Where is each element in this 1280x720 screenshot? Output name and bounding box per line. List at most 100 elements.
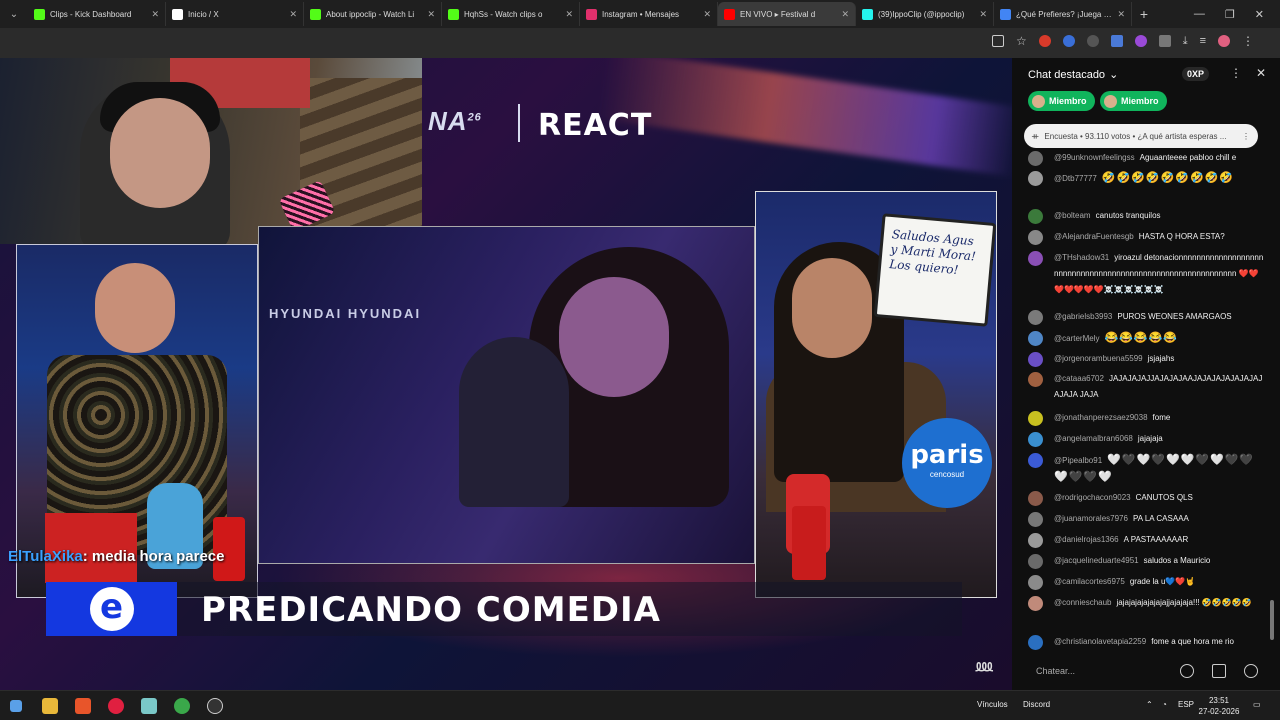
on-stream-chat-message: ElTulaXika: media hora parece [8, 548, 225, 565]
minimize-icon[interactable]: — [1194, 8, 1205, 21]
logo-separator [518, 104, 520, 142]
notes-icon[interactable] [141, 698, 157, 714]
chat-input-row: Chatear... [1012, 654, 1280, 690]
chat-close-icon[interactable]: ✕ [1256, 66, 1266, 80]
clock[interactable]: 23:51 27-02-2026 [1196, 695, 1242, 717]
crowd-woman-face [559, 277, 669, 397]
xp-badge[interactable]: 0XP [1182, 67, 1210, 81]
close-icon[interactable]: ✕ [565, 9, 573, 20]
cast-icon[interactable] [991, 35, 1004, 47]
chrome-icon[interactable] [174, 698, 190, 714]
host-face [95, 263, 175, 353]
react-label: REACT [538, 108, 653, 143]
tab-inicio-x[interactable]: Inicio / X ✕ [166, 2, 304, 26]
whiteboard-sign: Saludos Agus y Marti Mora! Los quiero! [873, 213, 996, 327]
avatar [1028, 310, 1043, 325]
chat-input[interactable]: Chatear... [1026, 658, 1170, 684]
tab-hqhss[interactable]: HqhSs - Watch clips o ✕ [442, 2, 580, 26]
poll-banner[interactable]: ᚑ Encuesta • 93.110 votos • ¿A qué artis… [1024, 124, 1258, 148]
menu-kebab-icon[interactable]: ⋮ [1242, 35, 1254, 47]
download-icon[interactable]: ⤓ [1183, 35, 1188, 47]
festival-logo: NA26 [428, 106, 482, 136]
kick-icon [448, 8, 459, 20]
tray-up-icon[interactable]: ⌃ [1146, 700, 1153, 709]
member-chip[interactable]: Miembro [1100, 91, 1167, 111]
avatar [1028, 171, 1043, 186]
chat-menu-icon[interactable]: ⋮ [1230, 66, 1242, 80]
brave-icon[interactable] [75, 698, 91, 714]
tab-search-icon[interactable]: ⌄ [0, 0, 28, 28]
vinculos-label[interactable]: Vínculos [977, 700, 1008, 709]
close-icon[interactable]: ✕ [1117, 9, 1125, 20]
file-explorer-icon[interactable] [42, 698, 58, 714]
avatar [1028, 432, 1043, 447]
broadcaster-logo-icon: ⅏ [976, 658, 993, 675]
language-indicator[interactable]: ESP [1178, 700, 1194, 709]
chevron-down-icon: ⌄ [1109, 69, 1119, 81]
notifications-icon[interactable]: ▭ [1253, 700, 1261, 709]
live-video-player[interactable]: NA26 REACT HYUNDAI HYUNDAI Saludos Agus … [0, 58, 1012, 690]
obs-icon[interactable] [207, 698, 223, 714]
live-chat-panel: Chat destacado ⌄ 0XP ⋮ ✕ Miembro Miembro … [1012, 58, 1280, 690]
avatar [1028, 635, 1043, 650]
translate-icon[interactable] [1110, 35, 1123, 47]
wifi-icon[interactable]: ◔ [1162, 700, 1167, 709]
host2-face [792, 258, 872, 358]
extension-counter-icon[interactable] [1086, 35, 1099, 47]
avatar [1028, 453, 1043, 468]
chat-message: @christianolavetapia2259 fome a que hora … [1028, 634, 1264, 650]
extension-purple-icon[interactable] [1134, 35, 1147, 47]
close-icon[interactable]: ✕ [979, 9, 987, 20]
extension-red-icon[interactable] [1038, 35, 1051, 47]
chat-message-list[interactable]: @99unknownfeelingss Aguaanteeee pabloo ch… [1012, 150, 1274, 650]
chat-scrollbar[interactable] [1270, 600, 1274, 640]
profile-avatar-icon[interactable] [1218, 35, 1230, 47]
avatar [1028, 372, 1043, 387]
poll-icon: ᚑ [1032, 130, 1039, 141]
heart-icon[interactable] [1244, 664, 1258, 678]
window-close-icon[interactable]: ✕ [1255, 8, 1264, 21]
super-chat-icon[interactable] [1212, 664, 1226, 678]
tab-que-prefieres[interactable]: ¿Qué Prefieres? ¡Juega en ✕ [994, 2, 1132, 26]
puzzle-icon[interactable] [1158, 35, 1171, 47]
extension-blue-icon[interactable] [1062, 35, 1075, 47]
channel-logo: e [46, 582, 177, 636]
crowd-center-panel: HYUNDAI HYUNDAI [258, 226, 755, 564]
youtube-icon [724, 8, 735, 20]
restore-icon[interactable]: ❐ [1225, 8, 1235, 21]
host-left-panel [16, 244, 258, 598]
tab-about-ippoclip[interactable]: About ippoclip - Watch Li ✕ [304, 2, 442, 26]
chat-message: @angelamalbran6068 jajajaja [1028, 431, 1264, 447]
emoji-icon[interactable] [1180, 664, 1194, 678]
close-icon[interactable]: ✕ [151, 9, 159, 20]
chat-message: @carterMely 😂😂😂😂😂 [1028, 330, 1264, 347]
bookmark-star-icon[interactable]: ☆ [1016, 35, 1027, 47]
avatar [1028, 554, 1043, 569]
avatar [1028, 331, 1043, 346]
poll-menu-icon[interactable]: ⋮ [1242, 132, 1250, 141]
media-player-icon[interactable] [108, 698, 124, 714]
tab-tiktok[interactable]: (39)IppoClip (@ippoclip) ✕ [856, 2, 994, 26]
tab-instagram[interactable]: Instagram • Mensajes ✕ [580, 2, 718, 26]
tab-en-vivo[interactable]: EN VIVO ▸ Festival d ✕ [718, 2, 856, 26]
close-icon[interactable]: ✕ [427, 9, 435, 20]
kick-icon [310, 8, 321, 20]
chat-mode-dropdown[interactable]: Chat destacado ⌄ [1028, 68, 1119, 82]
windows-taskbar: Vínculos Discord ⌃ ◔ ESP 23:51 27-02-202… [0, 690, 1280, 720]
windows-start-icon[interactable] [10, 700, 22, 712]
chat-message: @camilacortes6975 grade la u💙❤️🤘 [1028, 574, 1264, 590]
avatar [1028, 596, 1043, 611]
close-icon[interactable]: ✕ [841, 9, 849, 20]
member-chip[interactable]: Miembro [1028, 91, 1095, 111]
close-icon[interactable]: ✕ [289, 9, 297, 20]
tiktok-icon [862, 8, 873, 20]
new-tab-icon[interactable]: + [1132, 6, 1156, 22]
screen: ⌄ Clips - Kick Dashboard ✕ Inicio / X ✕ Ab… [0, 0, 1280, 720]
discord-label[interactable]: Discord [1023, 700, 1050, 709]
chat-message: @bolteam canutos tranquilos [1028, 208, 1264, 224]
tab-clips-kick[interactable]: Clips - Kick Dashboard ✕ [28, 2, 166, 26]
close-icon[interactable]: ✕ [703, 9, 711, 20]
media-control-icon[interactable]: ≡ [1200, 35, 1206, 47]
avatar [1028, 491, 1043, 506]
avatar [1104, 94, 1117, 108]
